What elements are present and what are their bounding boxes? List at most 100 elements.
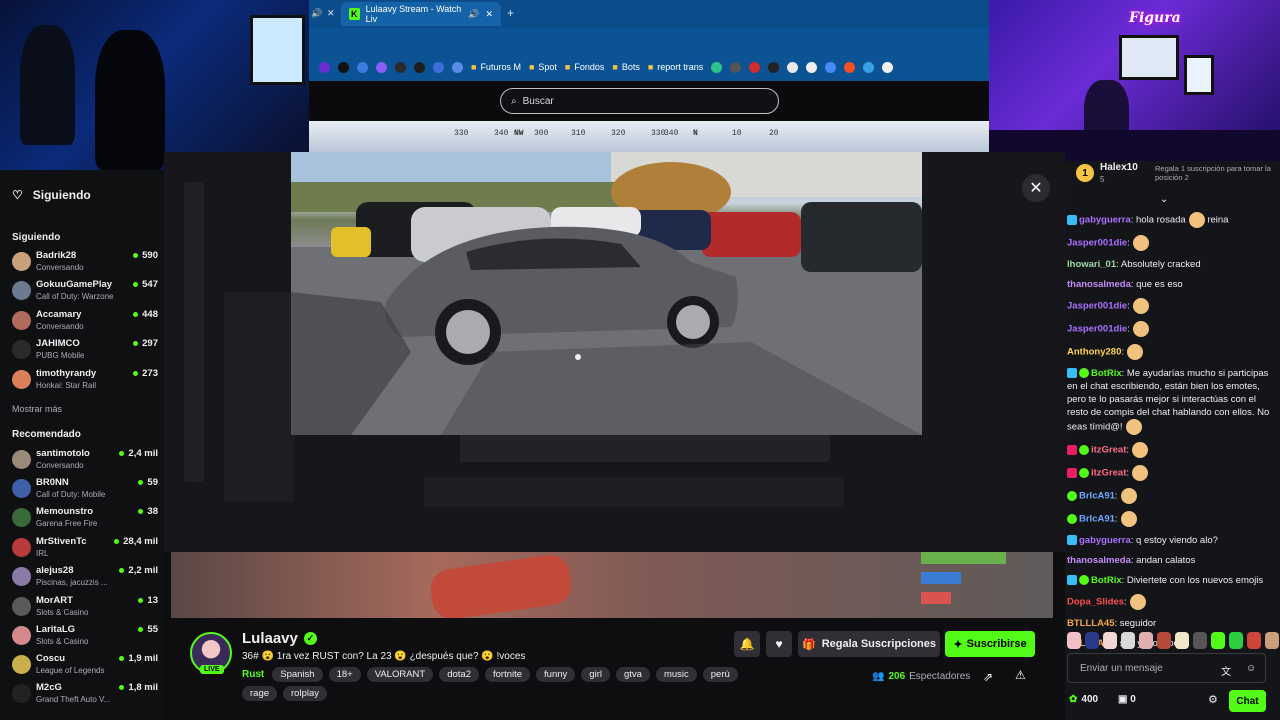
bookmark-fondos[interactable]: Fondos xyxy=(565,62,604,72)
translate-icon[interactable]: 文 xyxy=(1221,663,1231,678)
close-image-button[interactable]: ✕ xyxy=(1022,174,1050,202)
gift-subs-button[interactable]: 🎁 Regala Suscripciones xyxy=(798,631,940,657)
chat-username[interactable]: BotRix xyxy=(1091,575,1122,586)
tag[interactable]: music xyxy=(655,667,697,682)
sidebar-channel[interactable]: alejus28 Piscinas, jacuzzis ... 2,2 mil xyxy=(12,563,160,591)
tab-lulaavy[interactable]: K Lulaavy Stream - Watch Liv 🔊 ✕ xyxy=(341,2,501,26)
chat-username[interactable]: itzGreat xyxy=(1091,445,1126,456)
emote-icon[interactable] xyxy=(1229,632,1243,649)
bookmark-bots[interactable]: Bots xyxy=(612,62,640,72)
expanded-image[interactable] xyxy=(291,152,922,435)
chat-username[interactable]: gabyguerra xyxy=(1079,215,1131,226)
emote-icon[interactable] xyxy=(1067,632,1081,649)
emote-icon[interactable] xyxy=(1247,632,1261,649)
bookmark-icon[interactable] xyxy=(863,61,875,73)
send-chat-button[interactable]: Chat xyxy=(1229,690,1266,712)
emote-icon[interactable] xyxy=(1193,632,1207,649)
bookmark-spot[interactable]: Spot xyxy=(529,62,557,72)
sidebar-following-link[interactable]: ♡ Siguiendo xyxy=(12,188,91,202)
close-tab-icon[interactable]: ✕ xyxy=(327,8,335,19)
speaker-icon[interactable]: 🔊 xyxy=(468,9,479,20)
emote-icon[interactable] xyxy=(1265,632,1279,649)
emoji-icon[interactable]: ☺ xyxy=(1246,663,1256,674)
chat-username[interactable]: Jasper001die xyxy=(1067,301,1127,312)
gear-icon[interactable]: ⚙ xyxy=(1208,693,1218,706)
report-icon[interactable]: ⚠ xyxy=(1015,668,1026,682)
bookmark-futuros[interactable]: Futuros M xyxy=(471,62,521,72)
chat-username[interactable]: BrIcA91 xyxy=(1079,514,1115,525)
streamer-name[interactable]: Lulaavy xyxy=(242,630,298,647)
emote-icon[interactable] xyxy=(1103,632,1117,649)
notification-bell-button[interactable]: 🔔 xyxy=(734,631,760,657)
emote-icon[interactable] xyxy=(1121,632,1135,649)
chevron-down-icon[interactable]: ⌄ xyxy=(1160,194,1168,205)
chat-username[interactable]: Anthony280 xyxy=(1067,347,1121,358)
chat-username[interactable]: BotRix xyxy=(1091,368,1122,379)
sidebar-channel[interactable]: Accamary Conversando 448 xyxy=(12,307,160,335)
emote-icon[interactable] xyxy=(1211,632,1225,649)
sidebar-channel[interactable]: M2cG Grand Theft Auto V... 1,8 mil xyxy=(12,680,160,708)
bookmark-icon[interactable] xyxy=(749,61,761,73)
chat-username[interactable]: Jasper001die xyxy=(1067,238,1127,249)
bookmark-icon[interactable] xyxy=(711,61,723,73)
bookmark-report[interactable]: report trans xyxy=(648,62,703,72)
tag[interactable]: gtva xyxy=(615,667,650,682)
speaker-icon[interactable]: 🔊 xyxy=(311,8,322,19)
bookmark-icon[interactable] xyxy=(357,61,368,73)
game-video[interactable] xyxy=(171,552,1053,618)
chat-username[interactable]: BrIcA91 xyxy=(1079,491,1115,502)
chat-username[interactable]: gabyguerra xyxy=(1079,535,1131,546)
channel-points[interactable]: ✿ 400 xyxy=(1069,694,1098,705)
sidebar-channel[interactable]: MorART Slots & Casino 13 xyxy=(12,593,160,621)
bookmark-icon[interactable] xyxy=(768,61,780,73)
bookmark-icon[interactable] xyxy=(433,61,444,73)
sidebar-channel[interactable]: Memounstro Garena Free Fire 38 xyxy=(12,504,160,532)
bookmark-icon[interactable] xyxy=(395,61,406,73)
bookmark-icon[interactable] xyxy=(882,61,894,73)
leaderboard-user[interactable]: Halex10 xyxy=(1100,162,1138,173)
show-more-link[interactable]: Mostrar más xyxy=(12,404,62,414)
sidebar-channel[interactable]: GokuuGamePlay Call of Duty: Warzone 547 xyxy=(12,277,160,305)
bookmark-icon[interactable] xyxy=(825,61,837,73)
bookmark-icon[interactable] xyxy=(376,61,387,73)
share-icon[interactable]: ⇗ xyxy=(983,670,993,684)
chat-username[interactable]: thanosalmeda xyxy=(1067,279,1131,290)
chat-username[interactable]: BTLLLA45 xyxy=(1067,618,1115,629)
sidebar-channel[interactable]: timothyrandy Honkai: Star Rail 273 xyxy=(12,366,160,394)
tag[interactable]: fortnite xyxy=(485,667,531,682)
category-link[interactable]: Rust xyxy=(242,669,264,680)
emote-icon[interactable] xyxy=(1157,632,1171,649)
tag[interactable]: girl xyxy=(581,667,610,682)
chat-username[interactable]: itzGreat xyxy=(1091,468,1126,479)
subscribe-button[interactable]: ✦ Suscribirse xyxy=(945,631,1035,657)
sidebar-channel[interactable]: JAHIMCO PUBG Mobile 297 xyxy=(12,336,160,364)
bookmark-icon[interactable] xyxy=(452,61,463,73)
sidebar-channel[interactable]: Badrik28 Conversando 590 xyxy=(12,248,160,276)
new-tab-button[interactable]: + xyxy=(507,6,514,20)
emote-icon[interactable] xyxy=(1139,632,1153,649)
emote-icon[interactable] xyxy=(1175,632,1189,649)
search-input[interactable]: ⌕ Buscar xyxy=(500,88,779,114)
tag[interactable]: funny xyxy=(536,667,576,682)
sidebar-channel[interactable]: LaritaLG Slots & Casino 55 xyxy=(12,622,160,650)
bookmark-icon[interactable] xyxy=(844,61,856,73)
bookmark-icon[interactable] xyxy=(787,61,799,73)
tag[interactable]: VALORANT xyxy=(366,667,434,682)
sidebar-channel[interactable]: BR0NN Call of Duty: Mobile 59 xyxy=(12,475,160,503)
bookmark-icon[interactable] xyxy=(319,61,330,73)
tag[interactable]: rage xyxy=(242,686,278,701)
bookmark-icon[interactable] xyxy=(338,61,349,73)
chat-username[interactable]: Dopa_Slides xyxy=(1067,597,1124,608)
tag[interactable]: 18+ xyxy=(328,667,361,682)
emote-icon[interactable] xyxy=(1085,632,1099,649)
boxes-count[interactable]: ▣ 0 xyxy=(1118,694,1136,705)
follow-button[interactable]: ♥ xyxy=(766,631,792,657)
chat-username[interactable]: Jasper001die xyxy=(1067,324,1127,335)
tag[interactable]: Spanish xyxy=(272,667,323,682)
sidebar-channel[interactable]: Coscu League of Legends 1,9 mil xyxy=(12,651,160,679)
bookmark-icon[interactable] xyxy=(730,61,742,73)
bookmark-icon[interactable] xyxy=(414,61,425,73)
tag[interactable]: rolplay xyxy=(283,686,328,701)
tag[interactable]: dota2 xyxy=(439,667,479,682)
chat-input[interactable]: Enviar un mensaje xyxy=(1067,653,1266,683)
